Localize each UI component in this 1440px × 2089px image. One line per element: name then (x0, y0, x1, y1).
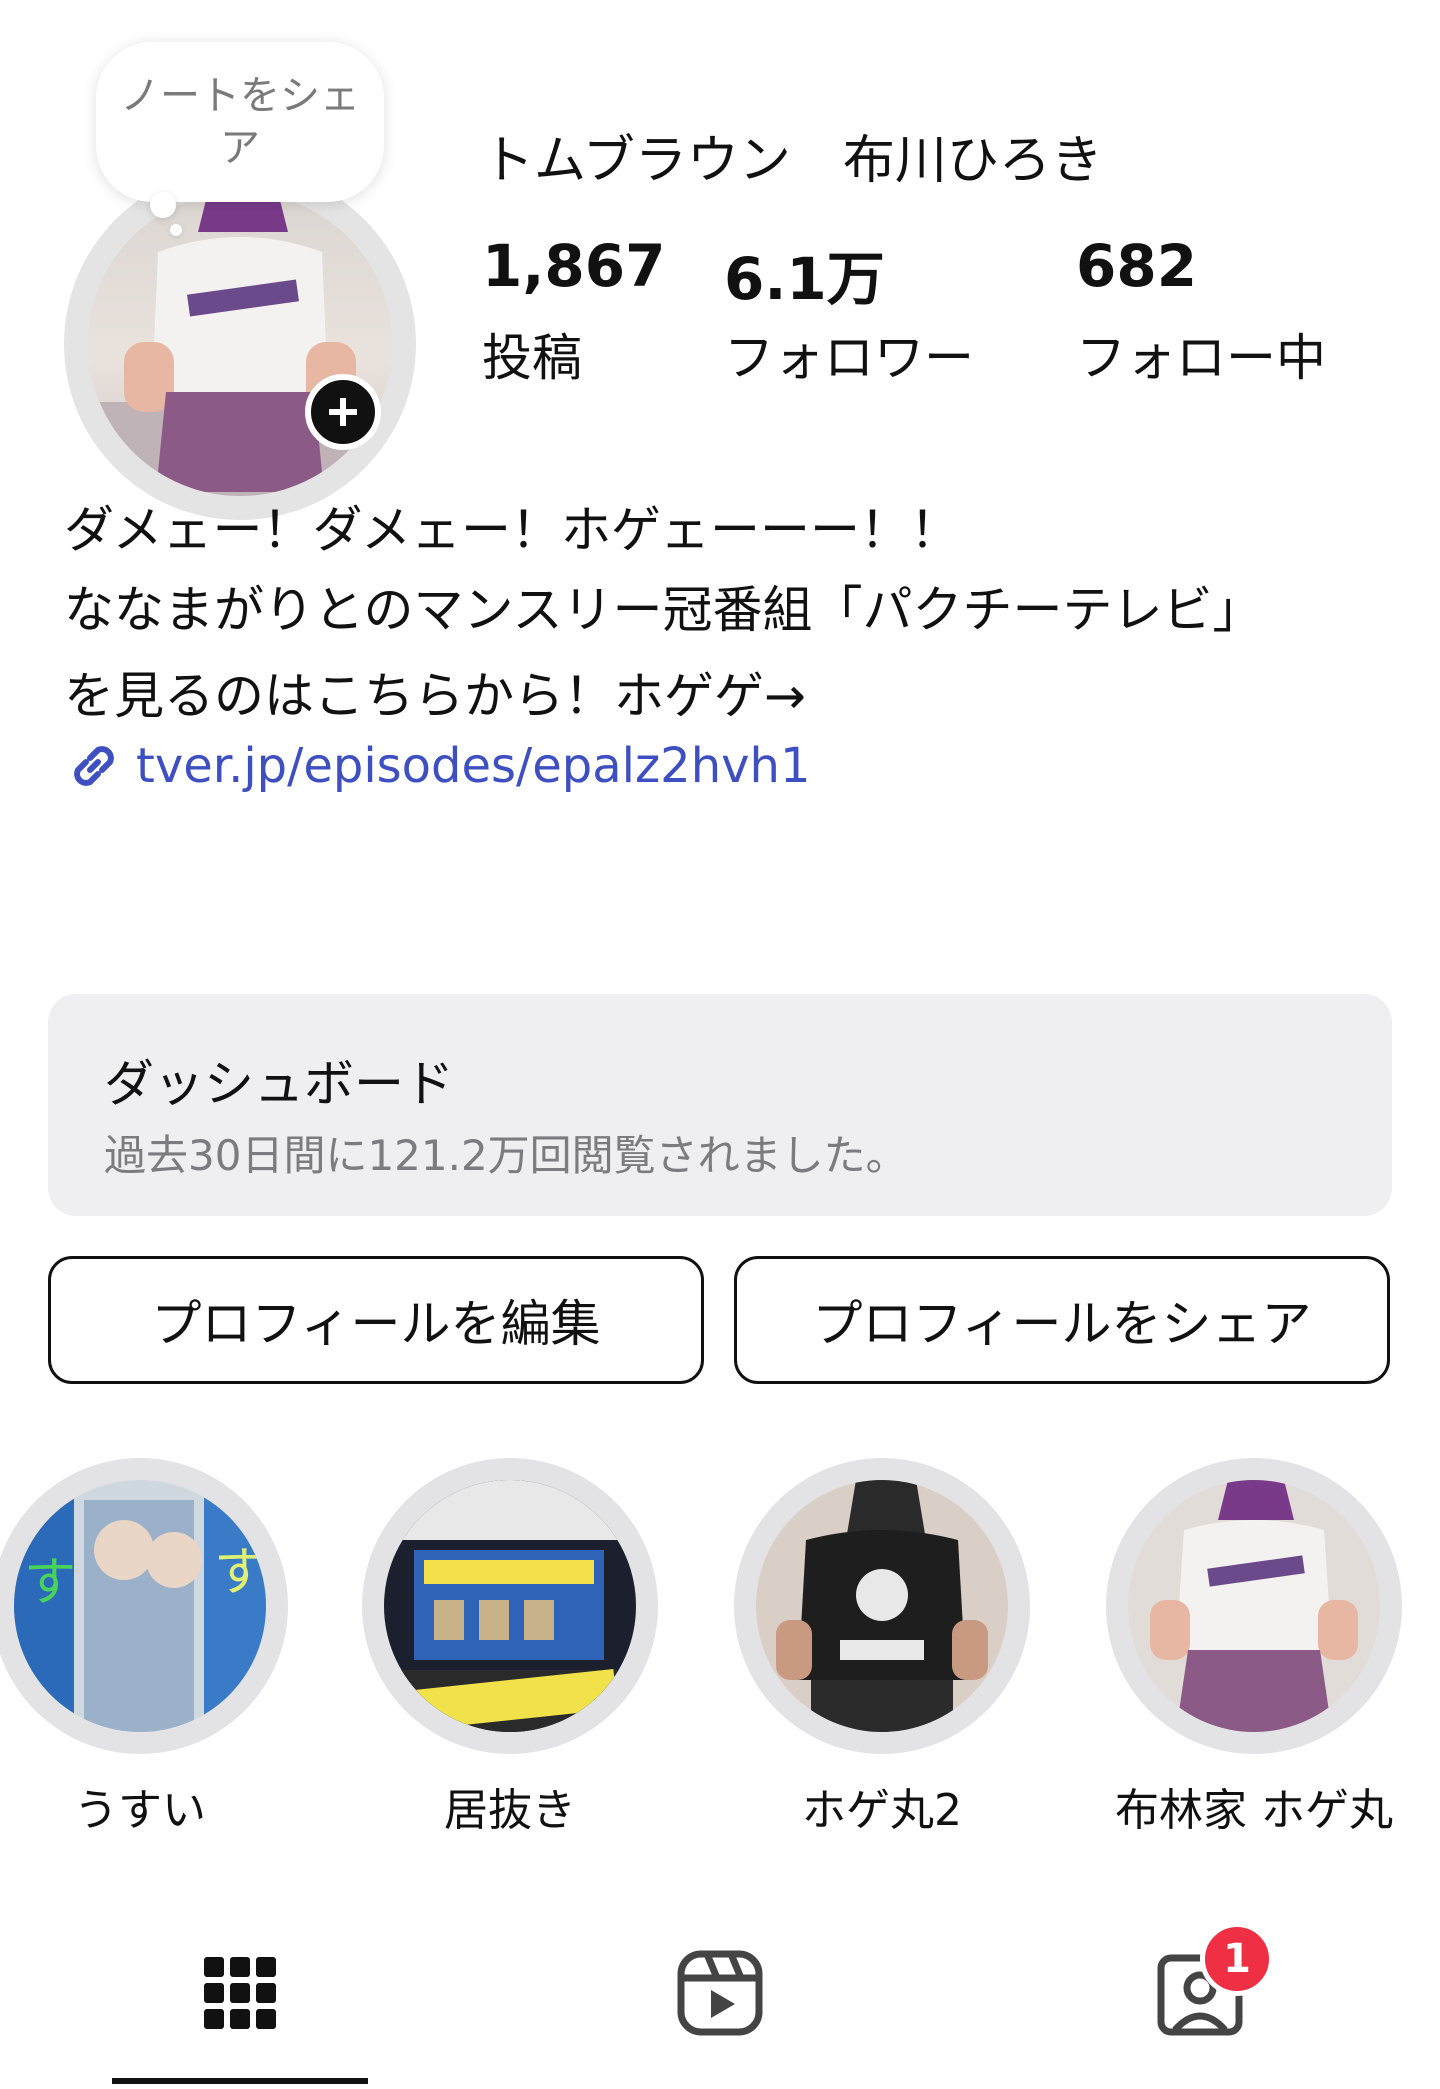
grid-icon (204, 1957, 276, 2029)
posts-count[interactable]: 1,867 (482, 232, 665, 300)
highlight-cover-4[interactable] (1128, 1480, 1380, 1732)
share-profile-label: プロフィールをシェア (812, 1295, 1312, 1353)
highlight-label-3[interactable]: ホゲ丸2 (702, 1774, 1062, 1838)
following-count[interactable]: 682 (1076, 232, 1197, 300)
highlight-cover-3[interactable] (756, 1480, 1008, 1732)
dashboard-title: ダッシュボード (104, 1055, 454, 1113)
svg-text:す: す (24, 1553, 76, 1613)
add-story-button[interactable] (305, 374, 381, 450)
reels-icon (677, 1950, 763, 2036)
followers-label[interactable]: フォロワー (724, 318, 974, 390)
highlight-label-4[interactable]: 布林家 ホゲ丸 (1074, 1774, 1434, 1838)
following-label[interactable]: フォロー中 (1076, 318, 1326, 390)
active-tab-indicator (112, 2078, 368, 2084)
highlight-cover-image: す す (14, 1480, 266, 1732)
note-bubble-tail (150, 192, 176, 218)
highlight-cover-1[interactable]: す す (14, 1480, 266, 1732)
plus-icon (329, 398, 357, 426)
bio-link-text[interactable]: tver.jp/episodes/epalz2hvh1 (136, 738, 810, 794)
highlight-cover-image (1128, 1480, 1380, 1732)
bio-link[interactable]: tver.jp/episodes/epalz2hvh1 (64, 736, 810, 796)
followers-count[interactable]: 6.1万 (724, 232, 885, 316)
avatar-photo-image (88, 192, 392, 496)
bio-line-2: ななまがりとのマンスリー冠番組「パクチーテレビ」 (64, 581, 1263, 639)
highlight-cover-image (756, 1480, 1008, 1732)
edit-profile-label: プロフィールを編集 (151, 1295, 601, 1353)
note-bubble[interactable]: ノートをシェア (96, 42, 384, 202)
tab-reels[interactable] (675, 1948, 765, 2038)
share-profile-button[interactable]: プロフィールをシェア (734, 1256, 1390, 1384)
posts-label[interactable]: 投稿 (482, 318, 582, 390)
note-bubble-tail-small (170, 224, 182, 236)
avatar[interactable] (88, 192, 392, 496)
edit-profile-button[interactable]: プロフィールを編集 (48, 1256, 704, 1384)
link-icon (74, 746, 114, 786)
highlight-label-1[interactable]: うすい (0, 1774, 320, 1838)
profile-username: トムブラウン 布川ひろき (482, 131, 1103, 191)
highlight-label-2[interactable]: 居抜き (330, 1774, 690, 1838)
bio-line-3: を見るのはこちらから！ホゲゲ→ (64, 667, 806, 725)
notification-badge: 1 (1200, 1922, 1274, 1996)
dashboard-subtitle: 過去30日間に121.2万回閲覧されました。 (104, 1131, 908, 1180)
highlight-cover-2[interactable] (384, 1480, 636, 1732)
bio-line-1: ダメェー！ダメェー！ホゲェーーー！！ (64, 501, 960, 559)
note-text: ノートをシェア (120, 73, 360, 171)
highlight-cover-image (384, 1480, 636, 1732)
tab-grid[interactable] (195, 1948, 285, 2038)
